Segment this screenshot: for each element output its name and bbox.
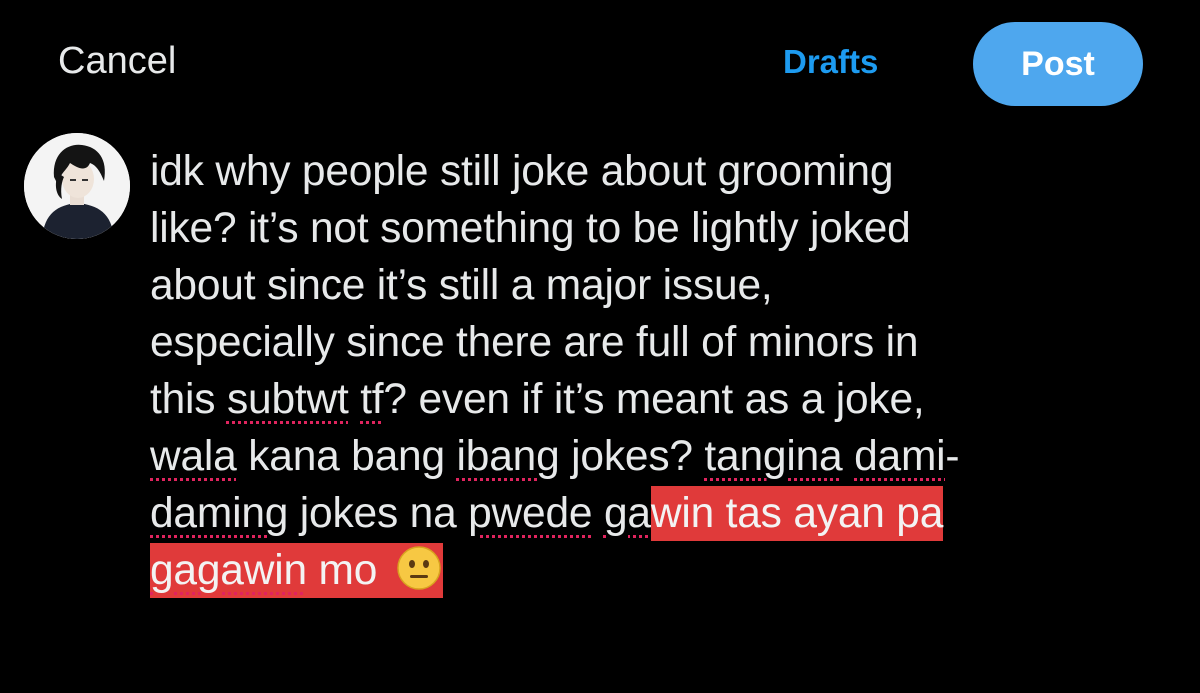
misspelled-word: ga (603, 490, 651, 537)
misspelled-word: subtwt (226, 376, 349, 423)
tweet-text-segment: like? it’s not something to be lightly j… (150, 205, 911, 252)
tweet-text-segment: win tas ayan pa (650, 486, 943, 541)
tweet-text-line: gagawin mo (150, 542, 1170, 599)
tweet-text-segment: jokes? (559, 433, 705, 480)
misspelled-word: pwede (468, 490, 593, 537)
user-avatar-icon[interactable] (24, 133, 130, 239)
misspelled-word: dami (854, 433, 946, 480)
tweet-text-segment: idk why people still joke about grooming (150, 148, 894, 195)
misspelled-word: wala (150, 433, 237, 480)
tweet-text-segment: kana bang (236, 433, 457, 480)
drafts-button[interactable]: Drafts (783, 43, 878, 81)
tweet-text-segment: about since it’s still a major issue, (150, 262, 773, 309)
tweet-text-line: especially since there are full of minor… (150, 314, 1170, 371)
misspelled-word: tf (360, 376, 384, 423)
tweet-text-line: this subtwt tf? even if it’s meant as a … (150, 371, 1170, 428)
cancel-button[interactable]: Cancel (58, 40, 176, 83)
misspelled-word: ibang (456, 433, 560, 480)
tweet-text-segment: ? even if it’s meant as a joke, (383, 376, 925, 423)
tweet-text-line: about since it’s still a major issue, (150, 257, 1170, 314)
tweet-text-segment: - (945, 433, 960, 480)
neutral-face-emoji (388, 543, 443, 598)
misspelled-word: gagawin (150, 543, 307, 598)
tweet-text-line: like? it’s not something to be lightly j… (150, 200, 1170, 257)
tweet-text-line: idk why people still joke about grooming (150, 143, 1170, 200)
post-button[interactable]: Post (973, 22, 1143, 106)
tweet-text-line: wala kana bang ibang jokes? tangina dami… (150, 428, 1170, 485)
compose-header: Cancel Drafts Post (0, 0, 1200, 130)
tweet-text-segment (349, 376, 361, 423)
tweet-text-segment: mo (306, 543, 389, 598)
misspelled-word: daming (150, 490, 289, 537)
tweet-text-line: daming jokes na pwede gawin tas ayan pa (150, 485, 1170, 542)
tweet-text-segment: this (150, 376, 227, 423)
tweet-text-segment: jokes na (288, 490, 469, 537)
tweet-text-segment: especially since there are full of minor… (150, 319, 919, 366)
tweet-text-segment (842, 433, 854, 480)
tweet-text-area[interactable]: idk why people still joke about grooming… (150, 143, 1170, 599)
misspelled-word: tangina (704, 433, 843, 480)
tweet-text-segment (592, 490, 604, 537)
